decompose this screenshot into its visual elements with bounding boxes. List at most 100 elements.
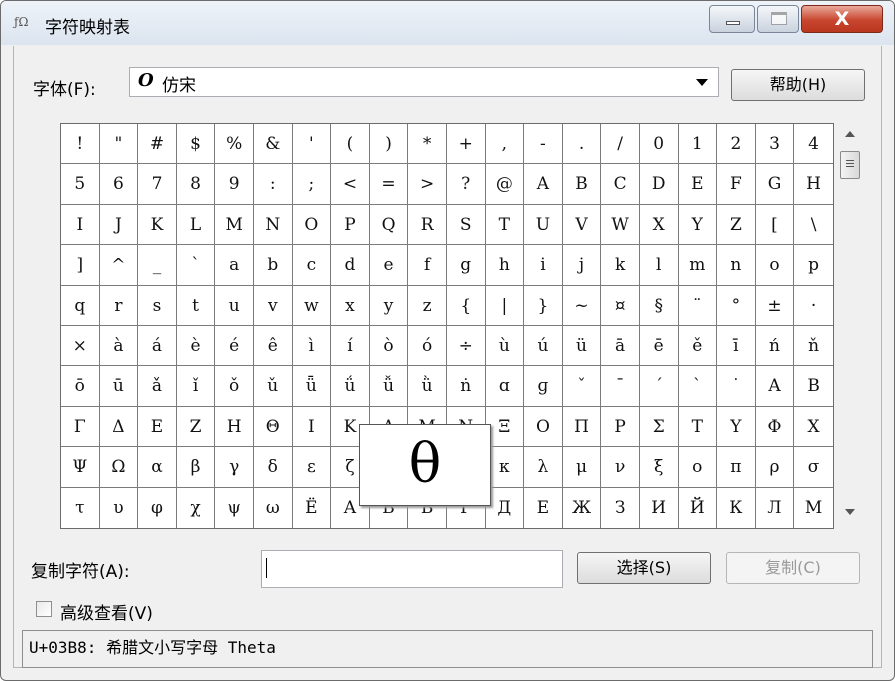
char-cell[interactable]: 9	[215, 164, 254, 205]
char-cell[interactable]: κ	[485, 447, 525, 488]
char-cell[interactable]: Ο	[524, 406, 563, 448]
char-cell[interactable]: m	[678, 245, 718, 286]
char-cell[interactable]: Ε	[138, 406, 177, 448]
char-cell[interactable]: 0	[639, 124, 679, 165]
char-cell[interactable]: U	[524, 204, 563, 246]
char-cell[interactable]: °	[717, 285, 756, 326]
char-cell[interactable]: &	[253, 124, 293, 165]
char-cell[interactable]: ~	[562, 285, 602, 326]
char-cell[interactable]: ù	[485, 325, 525, 367]
char-cell[interactable]: 2	[717, 124, 756, 165]
char-cell[interactable]: ?	[446, 164, 486, 205]
char-cell[interactable]: ψ	[215, 487, 254, 528]
char-cell[interactable]: ;	[292, 164, 332, 205]
char-cell[interactable]: ê	[253, 325, 293, 367]
char-cell[interactable]: b	[253, 245, 293, 286]
char-cell[interactable]: Γ	[61, 406, 100, 448]
char-cell[interactable]: n	[717, 245, 756, 286]
char-cell[interactable]: f	[408, 245, 447, 286]
char-cell[interactable]: Φ	[755, 406, 795, 448]
char-cell[interactable]: /	[601, 124, 640, 165]
arrow-down-icon[interactable]	[845, 509, 855, 515]
char-cell[interactable]: h	[485, 245, 525, 286]
char-cell[interactable]: Е	[524, 487, 563, 528]
char-cell[interactable]: ǚ	[369, 366, 409, 407]
char-cell[interactable]: _	[138, 245, 177, 286]
char-cell[interactable]: ǐ	[176, 366, 216, 407]
char-cell[interactable]: Ω	[99, 447, 139, 488]
advanced-view-checkbox[interactable]	[36, 601, 52, 617]
char-cell[interactable]: ^	[99, 245, 139, 286]
char-cell[interactable]: >	[408, 164, 447, 205]
char-cell[interactable]: τ	[61, 487, 100, 528]
char-cell[interactable]: W	[601, 204, 640, 246]
char-cell[interactable]: 3	[755, 124, 795, 165]
char-cell[interactable]: ǖ	[292, 366, 332, 407]
char-cell[interactable]: И	[640, 487, 679, 528]
char-cell[interactable]: ň	[794, 326, 833, 367]
char-cell[interactable]: 7	[138, 164, 177, 205]
char-cell[interactable]: ǎ	[138, 366, 177, 407]
char-cell[interactable]: ˉ	[601, 366, 640, 407]
char-cell[interactable]: Л	[756, 487, 795, 528]
char-cell[interactable]: Д	[486, 487, 525, 528]
char-cell[interactable]: V	[562, 204, 602, 246]
char-cell[interactable]: á	[138, 325, 177, 367]
char-cell[interactable]: M	[215, 204, 254, 246]
char-cell[interactable]: |	[485, 285, 525, 326]
char-cell[interactable]: ǘ	[331, 366, 370, 407]
char-cell[interactable]: Ж	[563, 487, 602, 528]
char-cell[interactable]: B	[562, 164, 602, 205]
char-cell[interactable]: ˙	[717, 366, 756, 407]
char-cell[interactable]: G	[755, 164, 795, 205]
char-cell[interactable]: 8	[176, 164, 216, 205]
char-cell[interactable]: i	[524, 245, 563, 286]
char-cell[interactable]: ,	[485, 124, 525, 165]
char-cell[interactable]: R	[408, 204, 447, 246]
char-cell[interactable]: =	[369, 164, 409, 205]
char-cell[interactable]: 1	[678, 124, 718, 165]
char-cell[interactable]: N	[253, 204, 293, 246]
char-cell[interactable]: í	[331, 325, 370, 367]
char-cell[interactable]: ε	[292, 447, 332, 488]
char-cell[interactable]: z	[408, 285, 447, 326]
char-cell[interactable]: X	[639, 204, 679, 246]
char-cell[interactable]: Ρ	[601, 406, 640, 448]
char-cell[interactable]: υ	[100, 487, 139, 528]
char-cell[interactable]: $	[176, 124, 216, 165]
char-cell[interactable]: ·	[794, 286, 833, 326]
char-cell[interactable]: Χ	[794, 407, 833, 448]
char-cell[interactable]: ó	[408, 325, 447, 367]
char-cell[interactable]: χ	[177, 487, 216, 528]
char-cell[interactable]: è	[176, 325, 216, 367]
char-cell[interactable]: l	[639, 245, 679, 286]
char-cell[interactable]: Θ	[253, 406, 293, 448]
char-cell[interactable]: "	[99, 124, 139, 165]
char-cell[interactable]: {	[446, 285, 486, 326]
char-cell[interactable]: !	[61, 124, 100, 165]
char-cell[interactable]: ˊ	[639, 366, 679, 407]
char-cell[interactable]: ω	[254, 487, 293, 528]
select-button[interactable]: 选择(S)	[577, 552, 711, 584]
char-cell[interactable]: ī	[717, 325, 756, 367]
char-cell[interactable]: ξ	[639, 447, 679, 488]
char-cell[interactable]: }	[524, 285, 563, 326]
char-cell[interactable]: A	[524, 164, 563, 205]
char-cell[interactable]: Q	[369, 204, 409, 246]
char-cell[interactable]: З	[601, 487, 640, 528]
char-cell[interactable]: Δ	[99, 406, 139, 448]
char-cell[interactable]: L	[176, 204, 216, 246]
char-cell[interactable]: a	[215, 245, 254, 286]
char-cell[interactable]: Й	[679, 487, 718, 528]
char-cell[interactable]: u	[215, 285, 254, 326]
char-cell[interactable]: *	[408, 124, 447, 165]
char-cell[interactable]: §	[639, 285, 679, 326]
char-cell[interactable]: π	[717, 447, 756, 488]
char-cell[interactable]: \	[794, 205, 833, 246]
char-cell[interactable]: é	[215, 325, 254, 367]
char-cell[interactable]: k	[601, 245, 640, 286]
char-cell[interactable]: ě	[678, 325, 718, 367]
grid-scrollbar[interactable]	[839, 123, 861, 529]
char-cell[interactable]: E	[678, 164, 718, 205]
char-cell[interactable]: :	[253, 164, 293, 205]
